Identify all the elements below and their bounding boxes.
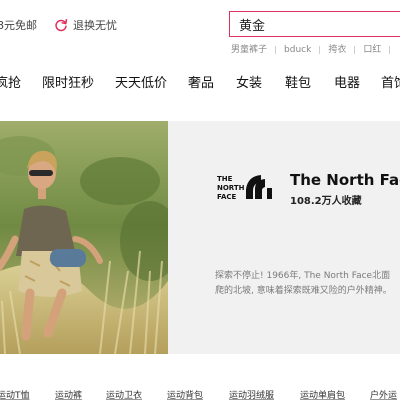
brand-banner[interactable]: THE NORTH FACE The North Face 108.2万人收藏 … xyxy=(0,121,400,354)
free-shipping-text: 8元免邮 xyxy=(0,19,37,32)
divider xyxy=(319,45,321,54)
logo-text-line2: NORTH xyxy=(217,184,245,192)
sub-category-row: 运动T恤 运动裤 运动卫衣 运动背包 运动羽绒服 运动单肩包 户外运 xyxy=(0,386,400,400)
brand-logo: THE NORTH FACE xyxy=(217,175,272,201)
return-label: 退换无忧 xyxy=(73,19,117,32)
logo-text-line3: FACE xyxy=(217,193,237,201)
brand-description-line: 爬的北坡, 意味着探索既难又险的户外精神。 xyxy=(215,286,392,296)
hiker-photo-image xyxy=(0,121,168,354)
brand-fans-count: 108.2万人收藏 xyxy=(290,196,362,207)
sub-category-link[interactable]: 运动卫衣 xyxy=(106,388,142,400)
divider xyxy=(275,45,277,54)
divider xyxy=(389,45,391,54)
nav-item-daily-low-price[interactable]: 天天低价 xyxy=(115,72,167,91)
hot-word[interactable]: 口红 xyxy=(363,42,381,55)
brand-description-line: 探索不停止! 1966年, The North Face北面 xyxy=(215,271,391,281)
hot-word[interactable]: bduck xyxy=(284,45,311,55)
category-nav: 疯抢 限时狂秒 天天低价 奢品 女装 鞋包 电器 首饰 xyxy=(0,62,400,98)
hot-word[interactable]: 男童裤子 xyxy=(231,42,267,55)
top-service-bar: 8元免邮 退换无忧 男童裤子 bduck 挎衣 口红 xyxy=(0,0,400,62)
sub-category-link[interactable]: 运动羽绒服 xyxy=(229,388,274,400)
sub-category-link[interactable]: 运动T恤 xyxy=(0,388,30,400)
search-box[interactable] xyxy=(229,11,400,37)
sub-category-link[interactable]: 运动裤 xyxy=(55,388,82,400)
brand-name[interactable]: The North Face xyxy=(290,171,400,189)
return-service[interactable]: 退换无忧 xyxy=(54,17,117,33)
nav-item-limited-seckill[interactable]: 限时狂秒 xyxy=(42,72,94,91)
sub-category-link[interactable]: 户外运 xyxy=(370,388,397,400)
nav-item-flash-sale[interactable]: 疯抢 xyxy=(0,72,21,91)
logo-text-line1: THE xyxy=(217,175,233,183)
hot-search-words: 男童裤子 bduck 挎衣 口红 xyxy=(231,42,398,55)
search-input[interactable] xyxy=(239,15,400,33)
refresh-icon xyxy=(55,19,68,32)
divider xyxy=(354,45,356,54)
nav-item-jewelry[interactable]: 首饰 xyxy=(381,72,400,91)
nav-item-appliances[interactable]: 电器 xyxy=(334,72,360,91)
sub-category-link[interactable]: 运动背包 xyxy=(167,388,203,400)
nav-item-womens-wear[interactable]: 女装 xyxy=(236,72,262,91)
sub-category-link[interactable]: 运动单肩包 xyxy=(300,388,345,400)
nav-item-shoes-bags[interactable]: 鞋包 xyxy=(285,72,311,91)
nav-item-luxury[interactable]: 奢品 xyxy=(188,72,214,91)
page: 8元免邮 退换无忧 男童裤子 bduck 挎衣 口红 疯抢 限时狂秒 天天低价 奢品 … xyxy=(0,0,400,400)
brand-photo[interactable] xyxy=(0,121,168,354)
brand-description: 探索不停止! 1966年, The North Face北面 爬的北坡, 意味着… xyxy=(215,269,400,299)
hot-word[interactable]: 挎衣 xyxy=(328,42,346,55)
